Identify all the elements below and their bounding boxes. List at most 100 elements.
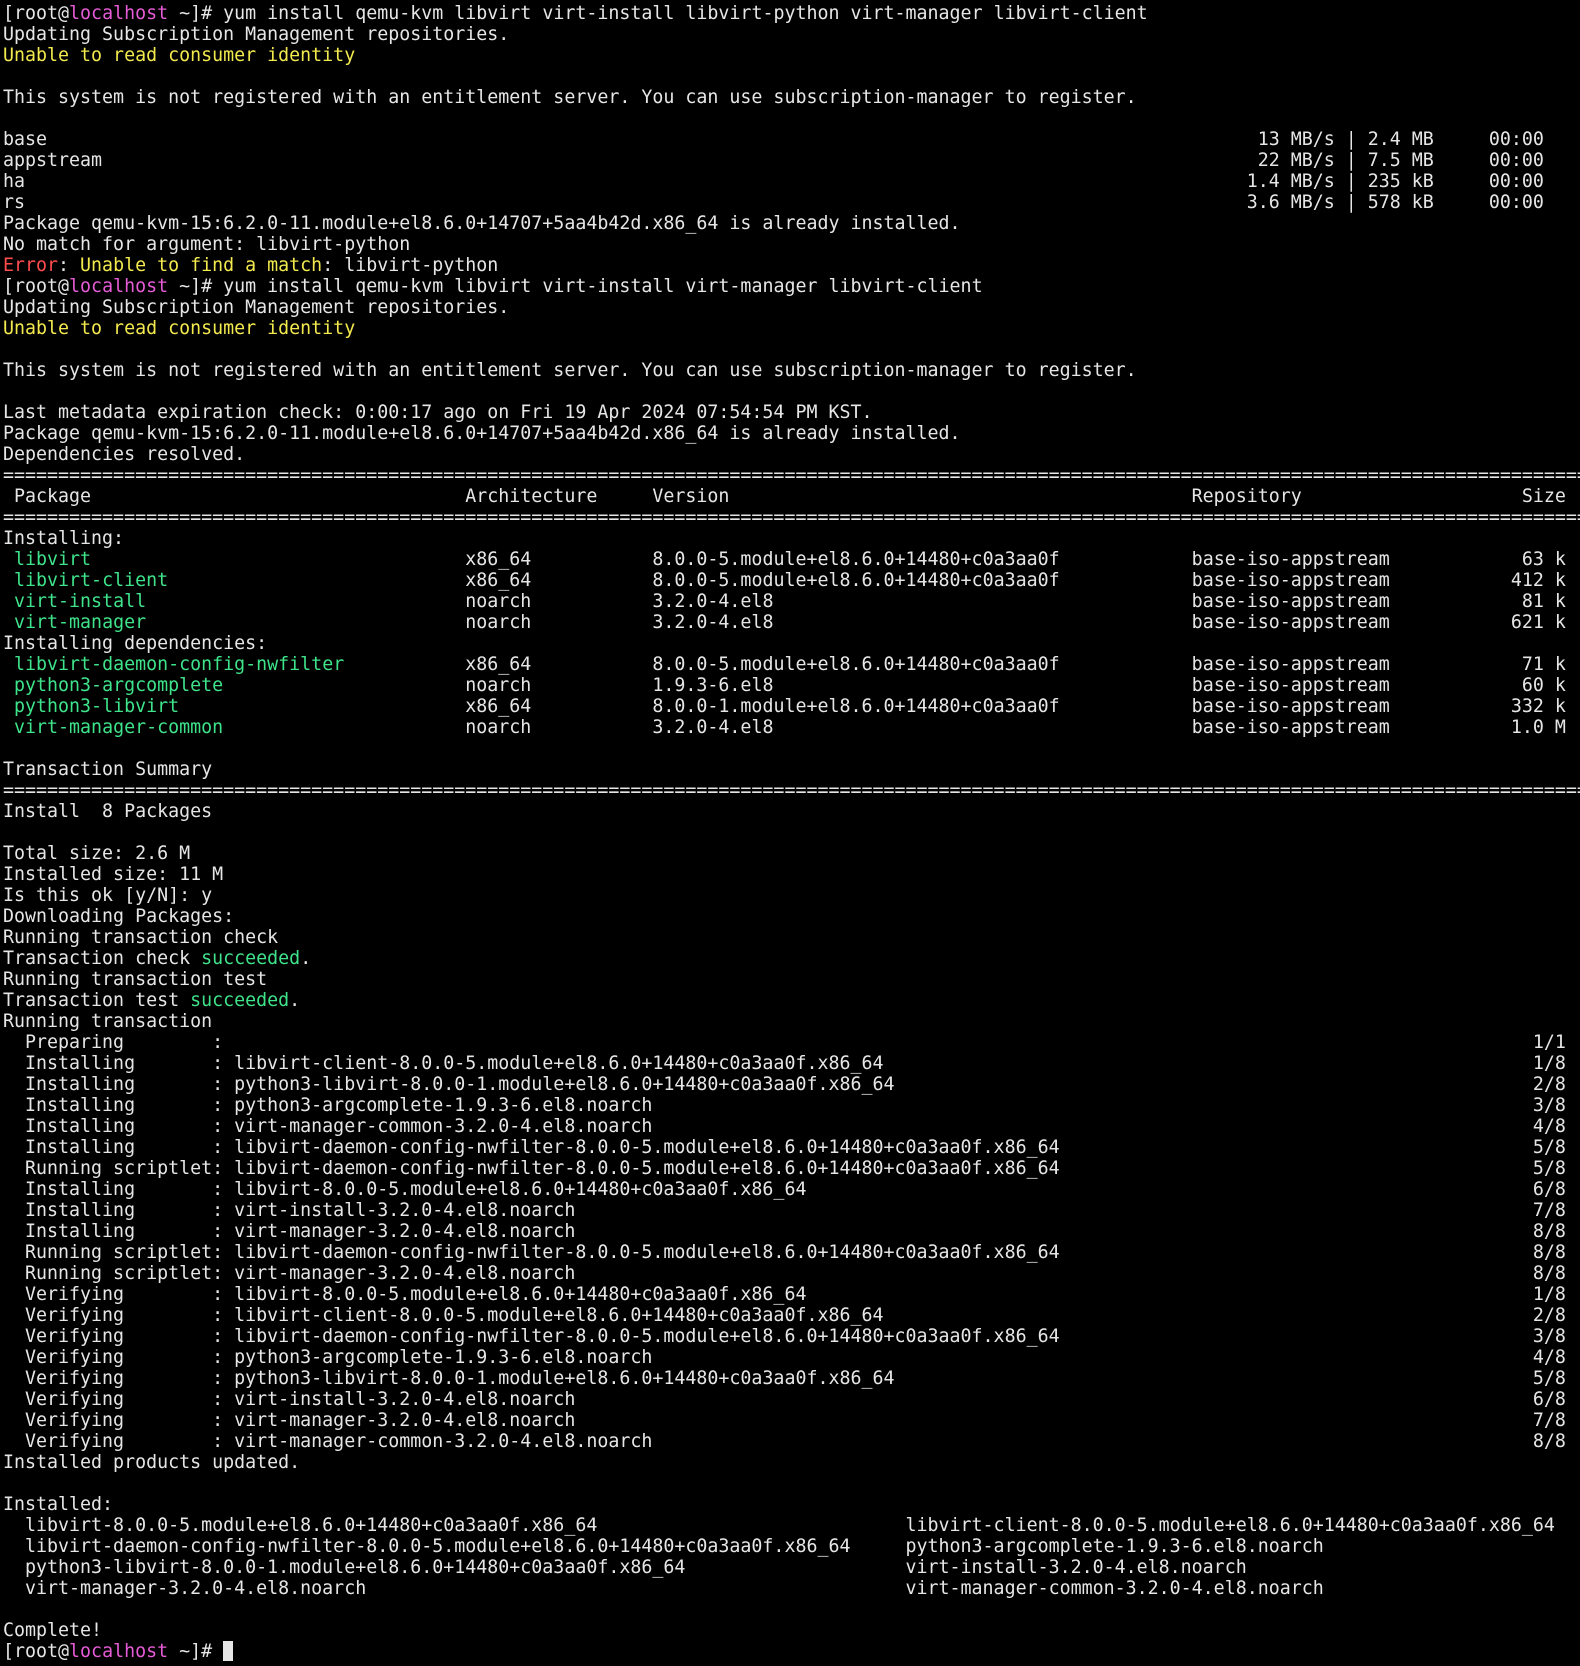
terminal-text: base 13 MB/s | 2.4 MB 00:00 bbox=[3, 129, 1544, 150]
terminal-text: Installing : libvirt-daemon-config-nwfil… bbox=[3, 1137, 1566, 1158]
terminal-line: Is this ok [y/N]: y bbox=[3, 885, 1580, 906]
terminal-text: python3-libvirt bbox=[14, 696, 180, 717]
terminal-line: virt-manager noarch 3.2.0-4.el8 base-iso… bbox=[3, 612, 1580, 633]
terminal-line: rs 3.6 MB/s | 578 kB 00:00 bbox=[3, 192, 1580, 213]
terminal-text: Verifying : virt-manager-common-3.2.0-4.… bbox=[3, 1431, 1566, 1452]
terminal-line: ha 1.4 MB/s | 235 kB 00:00 bbox=[3, 171, 1580, 192]
terminal-line: Transaction check succeeded. bbox=[3, 948, 1580, 969]
terminal-text: virt-manager bbox=[14, 612, 147, 633]
terminal-text: Running transaction bbox=[3, 1011, 213, 1032]
terminal-text: Running scriptlet: virt-manager-3.2.0-4.… bbox=[3, 1263, 1566, 1284]
terminal-text: python3-argcomplete bbox=[14, 675, 224, 696]
terminal-text: Installing : virt-manager-3.2.0-4.el8.no… bbox=[3, 1221, 1566, 1242]
terminal-text: Installing : virt-install-3.2.0-4.el8.no… bbox=[3, 1200, 1566, 1221]
terminal-text: ha 1.4 MB/s | 235 kB 00:00 bbox=[3, 171, 1544, 192]
terminal-text: localhost bbox=[69, 1641, 169, 1662]
terminal-text: ~]# bbox=[168, 1641, 224, 1662]
terminal-line: No match for argument: libvirt-python bbox=[3, 234, 1580, 255]
terminal-line: Installing : libvirt-client-8.0.0-5.modu… bbox=[3, 1053, 1580, 1074]
terminal-text: This system is not registered with an en… bbox=[3, 360, 1137, 381]
terminal-line: virt-install noarch 3.2.0-4.el8 base-iso… bbox=[3, 591, 1580, 612]
terminal-line: [root@localhost ~]# yum install qemu-kvm… bbox=[3, 276, 1580, 297]
terminal-text: : libvirt-python bbox=[322, 255, 499, 276]
terminal-text: No match for argument: libvirt-python bbox=[3, 234, 411, 255]
terminal-line: Installing : python3-argcomplete-1.9.3-6… bbox=[3, 1095, 1580, 1116]
terminal-text: Preparing : 1/1 bbox=[3, 1032, 1566, 1053]
terminal-line: Total size: 2.6 M bbox=[3, 843, 1580, 864]
terminal-line: Running scriptlet: libvirt-daemon-config… bbox=[3, 1158, 1580, 1179]
terminal-text: Verifying : virt-install-3.2.0-4.el8.noa… bbox=[3, 1389, 1566, 1410]
terminal-text: Transaction Summary bbox=[3, 759, 213, 780]
terminal-line: Package qemu-kvm-15:6.2.0-11.module+el8.… bbox=[3, 213, 1580, 234]
terminal-text: x86_64 8.0.0-1.module+el8.6.0+14480+c0a3… bbox=[179, 696, 1566, 717]
terminal-text: ========================================… bbox=[3, 465, 1580, 486]
terminal-line: Transaction test succeeded. bbox=[3, 990, 1580, 1011]
terminal-text: Running scriptlet: libvirt-daemon-config… bbox=[3, 1158, 1566, 1179]
block-cursor-icon[interactable] bbox=[223, 1641, 234, 1661]
terminal-text: [root@ bbox=[3, 1641, 70, 1662]
terminal-text: Installing : python3-libvirt-8.0.0-1.mod… bbox=[3, 1074, 1566, 1095]
terminal-line: appstream 22 MB/s | 7.5 MB 00:00 bbox=[3, 150, 1580, 171]
terminal-text: Verifying : python3-argcomplete-1.9.3-6.… bbox=[3, 1347, 1566, 1368]
terminal-text: Total size: 2.6 M bbox=[3, 843, 191, 864]
terminal-text: Verifying : libvirt-client-8.0.0-5.modul… bbox=[3, 1305, 1566, 1326]
terminal-line: virt-manager-3.2.0-4.el8.noarch virt-man… bbox=[3, 1578, 1580, 1599]
terminal-text: Package Architecture Version Repository … bbox=[3, 486, 1566, 507]
terminal-line: libvirt-daemon-config-nwfilter-8.0.0-5.m… bbox=[3, 1536, 1580, 1557]
terminal-text: virt-manager-common bbox=[14, 717, 224, 738]
terminal-text: Complete! bbox=[3, 1620, 103, 1641]
terminal-text: noarch 1.9.3-6.el8 base-iso-appstream 60… bbox=[223, 675, 1566, 696]
terminal-line: Installing : libvirt-daemon-config-nwfil… bbox=[3, 1137, 1580, 1158]
terminal-line: [root@localhost ~]# yum install qemu-kvm… bbox=[3, 3, 1580, 24]
terminal-text: appstream 22 MB/s | 7.5 MB 00:00 bbox=[3, 150, 1544, 171]
terminal-text: [root@ bbox=[3, 276, 70, 297]
terminal-line: Installed: bbox=[3, 1494, 1580, 1515]
terminal-text: ========================================… bbox=[3, 780, 1580, 801]
terminal-line: python3-libvirt-8.0.0-1.module+el8.6.0+1… bbox=[3, 1557, 1580, 1578]
terminal-text: . bbox=[289, 990, 301, 1011]
terminal-text: virt-manager-3.2.0-4.el8.noarch virt-man… bbox=[3, 1578, 1324, 1599]
terminal-text: libvirt-8.0.0-5.module+el8.6.0+14480+c0a… bbox=[3, 1515, 1555, 1536]
terminal-window[interactable]: [root@localhost ~]# yum install qemu-kvm… bbox=[0, 0, 1580, 1666]
terminal-text: : bbox=[58, 255, 81, 276]
terminal-line: Verifying : python3-argcomplete-1.9.3-6.… bbox=[3, 1347, 1580, 1368]
terminal-line: Verifying : libvirt-daemon-config-nwfilt… bbox=[3, 1326, 1580, 1347]
terminal-line: Verifying : libvirt-8.0.0-5.module+el8.6… bbox=[3, 1284, 1580, 1305]
terminal-line: Package qemu-kvm-15:6.2.0-11.module+el8.… bbox=[3, 423, 1580, 444]
terminal-text: Unable to find a match bbox=[80, 255, 323, 276]
terminal-text: Installed: bbox=[3, 1494, 114, 1515]
terminal-text: ~]# yum install qemu-kvm libvirt virt-in… bbox=[168, 276, 983, 297]
terminal-line: Installing : virt-manager-3.2.0-4.el8.no… bbox=[3, 1221, 1580, 1242]
terminal-text: Verifying : python3-libvirt-8.0.0-1.modu… bbox=[3, 1368, 1566, 1389]
terminal-text: localhost bbox=[69, 276, 169, 297]
terminal-line: Updating Subscription Management reposit… bbox=[3, 24, 1580, 45]
terminal-line: This system is not registered with an en… bbox=[3, 360, 1580, 381]
terminal-text: rs 3.6 MB/s | 578 kB 00:00 bbox=[3, 192, 1544, 213]
terminal-text: libvirt bbox=[14, 549, 92, 570]
terminal-text: Package qemu-kvm-15:6.2.0-11.module+el8.… bbox=[3, 213, 961, 234]
terminal-text: noarch 3.2.0-4.el8 base-iso-appstream 1.… bbox=[223, 717, 1566, 738]
terminal-line: Complete! bbox=[3, 1620, 1580, 1641]
terminal-text: Last metadata expiration check: 0:00:17 … bbox=[3, 402, 873, 423]
terminal-text: Verifying : libvirt-daemon-config-nwfilt… bbox=[3, 1326, 1566, 1347]
terminal-text: Dependencies resolved. bbox=[3, 444, 246, 465]
terminal-line: Installing : python3-libvirt-8.0.0-1.mod… bbox=[3, 1074, 1580, 1095]
terminal-text: Verifying : virt-manager-3.2.0-4.el8.noa… bbox=[3, 1410, 1566, 1431]
terminal-line: Running scriptlet: libvirt-daemon-config… bbox=[3, 1242, 1580, 1263]
terminal-line: [root@localhost ~]# bbox=[3, 1641, 1580, 1662]
terminal-text: noarch 3.2.0-4.el8 base-iso-appstream 62… bbox=[146, 612, 1566, 633]
terminal-text: python3-libvirt-8.0.0-1.module+el8.6.0+1… bbox=[3, 1557, 1247, 1578]
terminal-line: Verifying : virt-manager-common-3.2.0-4.… bbox=[3, 1431, 1580, 1452]
terminal-text: x86_64 8.0.0-5.module+el8.6.0+14480+c0a3… bbox=[344, 654, 1566, 675]
terminal-text: noarch 3.2.0-4.el8 base-iso-appstream 81… bbox=[146, 591, 1566, 612]
terminal-text: This system is not registered with an en… bbox=[3, 87, 1137, 108]
terminal-text: ========================================… bbox=[3, 507, 1580, 528]
